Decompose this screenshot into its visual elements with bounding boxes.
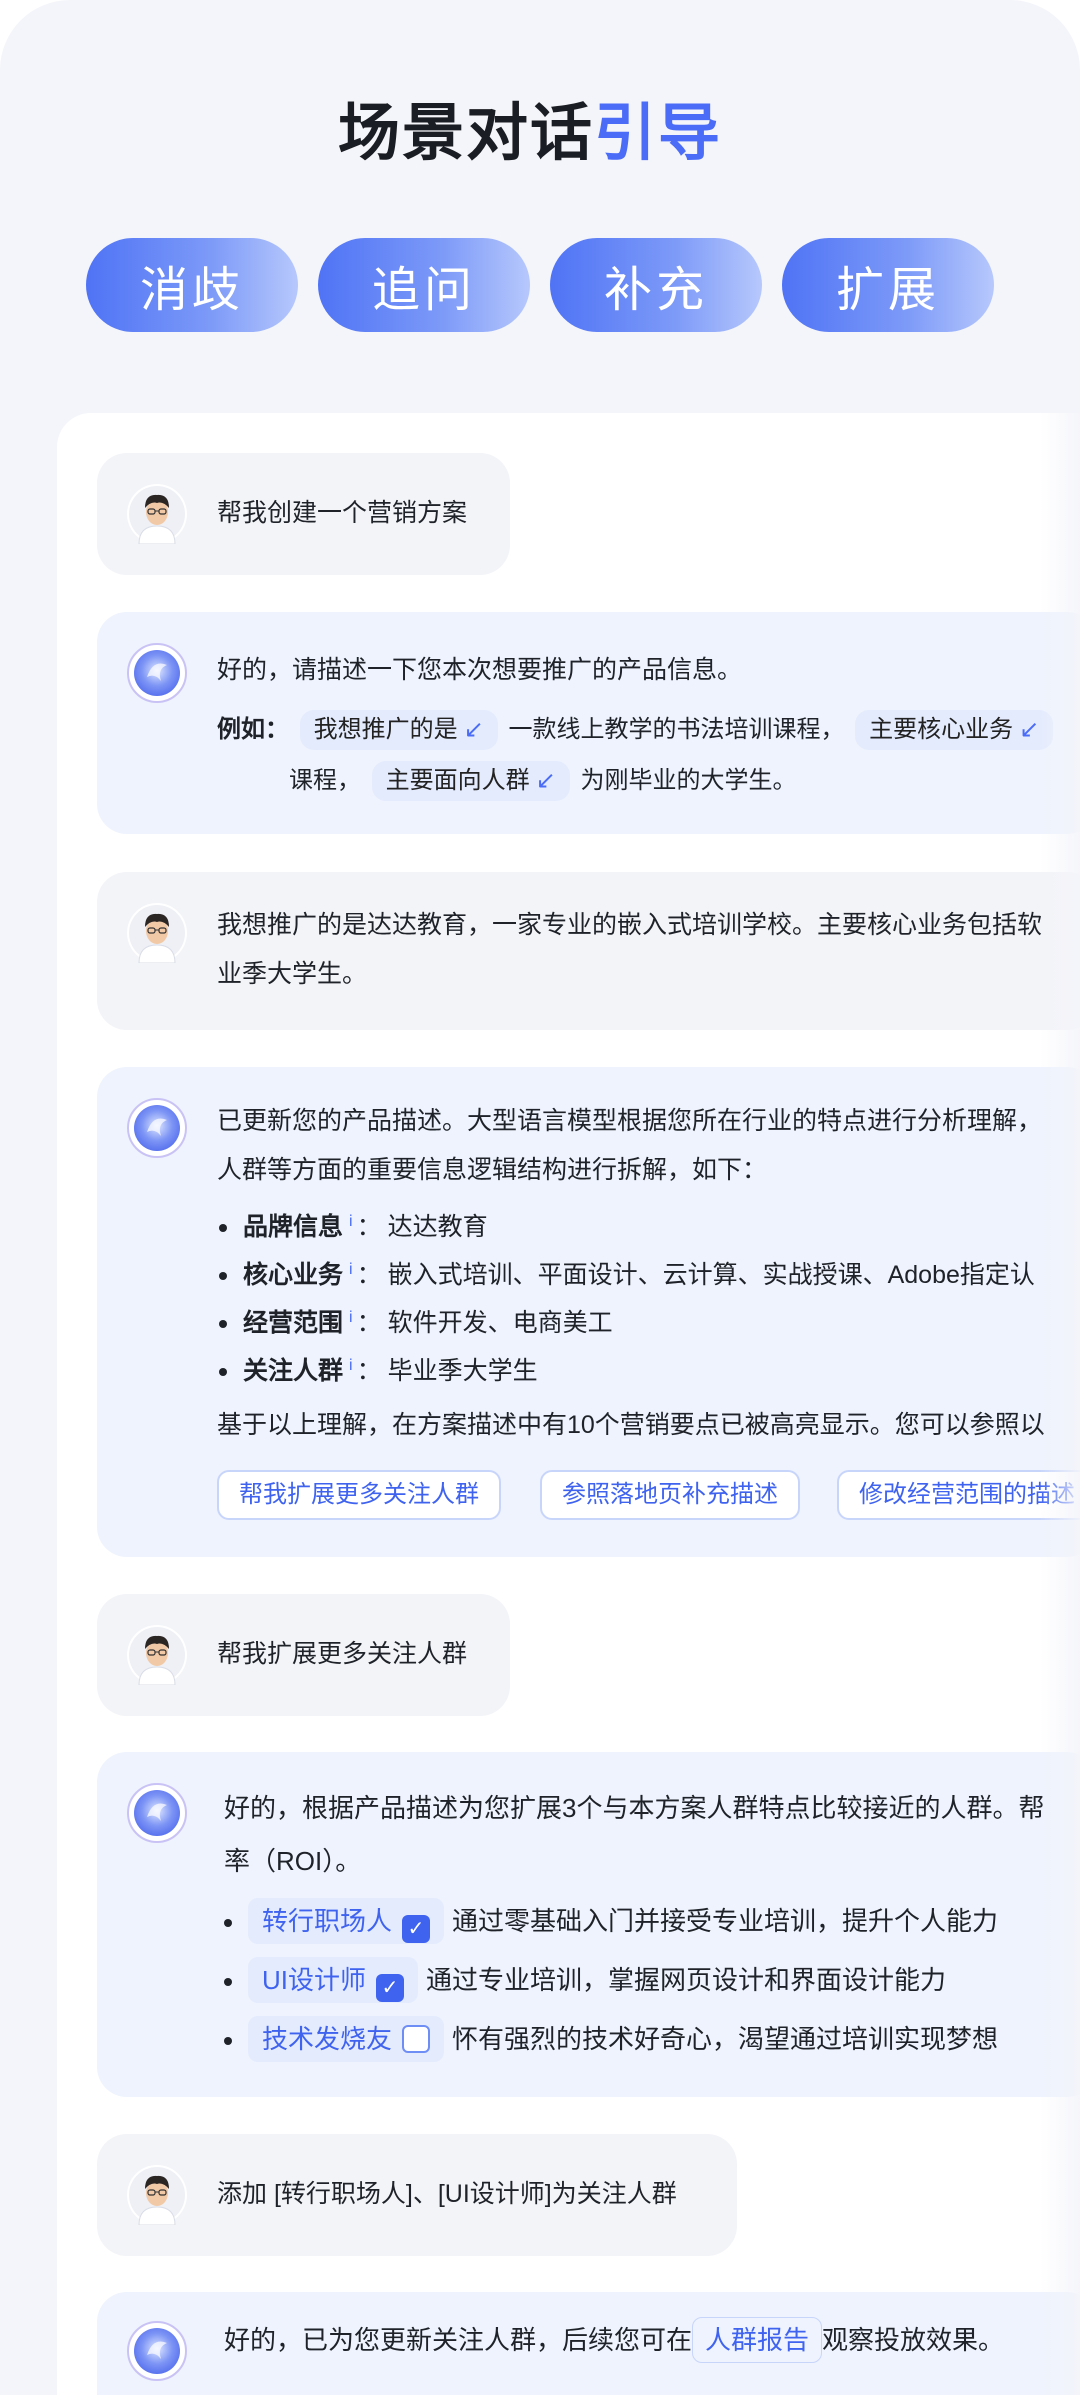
assistant-message: 已更新您的产品描述。大型语言模型根据您所在行业的特点进行分析理解， 人群等方面的… <box>97 1067 1080 1557</box>
arrow-down-left-icon: ↙ <box>1019 716 1040 743</box>
tab-supplement[interactable]: 补充 <box>550 238 762 332</box>
tab-expand[interactable]: 扩展 <box>782 238 994 332</box>
assistant-message: 好的，请描述一下您本次想要推广的产品信息。 例如： 我想推广的是 ↙ 一款线上教学… <box>97 612 1080 834</box>
message-text: 添加 [转行职场人]、[UI设计师]为关注人群 <box>217 2180 677 2208</box>
user-message: 添加 [转行职场人]、[UI设计师]为关注人群 <box>97 2134 737 2256</box>
page-title: 场景对话引导 <box>0 82 1060 172</box>
audience-tag[interactable]: UI设计师 ✓ <box>248 1957 419 2003</box>
info-item: 关注人群 i：毕业季大学生 <box>219 1351 538 1387</box>
user-avatar <box>127 2165 187 2225</box>
user-avatar <box>127 1625 187 1685</box>
user-avatar <box>127 484 187 544</box>
title-main: 场景对话 <box>337 99 594 168</box>
suggestion-button[interactable]: 参照落地页补充描述 <box>540 1470 800 1520</box>
info-item: 核心业务 i：嵌入式培训、平面设计、云计算、实战授课、Adobe指定认 <box>219 1255 1035 1291</box>
message-line: 已更新您的产品描述。大型语言模型根据您所在行业的特点进行分析理解， <box>217 1107 1043 1135</box>
info-icon[interactable]: i <box>349 1309 353 1326</box>
scenario-tabs: 消歧 追问 补充 扩展 <box>86 238 994 332</box>
example-chip[interactable]: 主要核心业务 ↙ <box>855 710 1054 750</box>
example-chip[interactable]: 我想推广的是 ↙ <box>299 710 498 750</box>
message-line: 好的，已为您更新关注人群，后续您可在 人群报告 观察投放效果。 <box>224 2316 1004 2365</box>
example-chip[interactable]: 主要面向人群 ↙ <box>371 761 570 801</box>
title-accent: 引导 <box>594 99 723 168</box>
right-edge-fade <box>1040 413 1080 2395</box>
message-line: 率（ROI）。 <box>224 1846 362 1876</box>
arrow-down-left-icon: ↙ <box>463 716 484 743</box>
checkbox-checked-icon[interactable]: ✓ <box>402 1915 431 1943</box>
audience-item: UI设计师 ✓ 通过专业培训，掌握网页设计和界面设计能力 <box>224 1957 946 2003</box>
arrow-down-left-icon: ↙ <box>535 767 556 794</box>
app-frame: 场景对话引导 消歧 追问 补充 扩展 帮我创建一个营销方案 好的，请描述一下您本… <box>0 0 1080 2395</box>
audience-item: 技术发烧友 怀有强烈的技术好奇心，渴望通过培训实现梦想 <box>224 2016 998 2062</box>
info-icon[interactable]: i <box>349 1357 353 1374</box>
user-avatar <box>127 903 187 963</box>
suggestion-button[interactable]: 帮我扩展更多关注人群 <box>217 1470 501 1520</box>
message-line: 人群等方面的重要信息逻辑结构进行拆解，如下： <box>217 1156 768 1184</box>
message-text: 帮我创建一个营销方案 <box>217 499 468 527</box>
info-icon[interactable]: i <box>349 1261 353 1278</box>
message-line: 业季大学生。 <box>217 960 368 988</box>
checkbox-checked-icon[interactable]: ✓ <box>376 1974 405 2002</box>
audience-tag[interactable]: 技术发烧友 <box>248 2016 445 2062</box>
user-message: 帮我创建一个营销方案 <box>97 453 510 575</box>
message-text: 帮我扩展更多关注人群 <box>217 1640 468 1668</box>
audience-report-link[interactable]: 人群报告 <box>692 2317 823 2363</box>
assistant-avatar <box>127 1783 187 1843</box>
info-icon[interactable]: i <box>349 1213 353 1230</box>
user-message: 帮我扩展更多关注人群 <box>97 1594 510 1716</box>
user-message: 我想推广的是达达教育，一家专业的嵌入式培训学校。主要核心业务包括软 业季大学生。 <box>97 872 1080 1030</box>
checkbox-unchecked-icon[interactable] <box>402 2025 431 2053</box>
assistant-message: 好的，已为您更新关注人群，后续您可在 人群报告 观察投放效果。 <box>97 2292 1080 2395</box>
assistant-avatar <box>127 1098 187 1158</box>
example-row-2: 课程， 主要面向人群 ↙ 为刚毕业的大学生。 <box>289 756 796 805</box>
info-item: 品牌信息 i：达达教育 <box>219 1207 488 1243</box>
assistant-message: 好的，根据产品描述为您扩展3个与本方案人群特点比较接近的人群。帮 率（ROI）。… <box>97 1752 1080 2097</box>
assistant-avatar <box>127 643 187 703</box>
info-item: 经营范围 i：软件开发、电商美工 <box>219 1303 613 1339</box>
message-line: 好的，请描述一下您本次想要推广的产品信息。 <box>217 656 743 684</box>
example-label: 例如： <box>217 716 289 743</box>
message-line: 我想推广的是达达教育，一家专业的嵌入式培训学校。主要核心业务包括软 <box>217 911 1043 939</box>
assistant-avatar <box>127 2321 187 2381</box>
tab-disambiguate[interactable]: 消歧 <box>86 238 298 332</box>
audience-tag[interactable]: 转行职场人 ✓ <box>248 1898 445 1944</box>
example-row: 例如： 我想推广的是 ↙ 一款线上教学的书法培训课程， 主要核心业务 ↙ <box>217 705 1057 754</box>
message-line: 好的，根据产品描述为您扩展3个与本方案人群特点比较接近的人群。帮 <box>224 1793 1045 1823</box>
tab-follow-up[interactable]: 追问 <box>318 238 530 332</box>
audience-item: 转行职场人 ✓ 通过零基础入门并接受专业培训，提升个人能力 <box>224 1898 998 1944</box>
message-line: 基于以上理解，在方案描述中有10个营销要点已被高亮显示。您可以参照以 <box>217 1411 1045 1439</box>
